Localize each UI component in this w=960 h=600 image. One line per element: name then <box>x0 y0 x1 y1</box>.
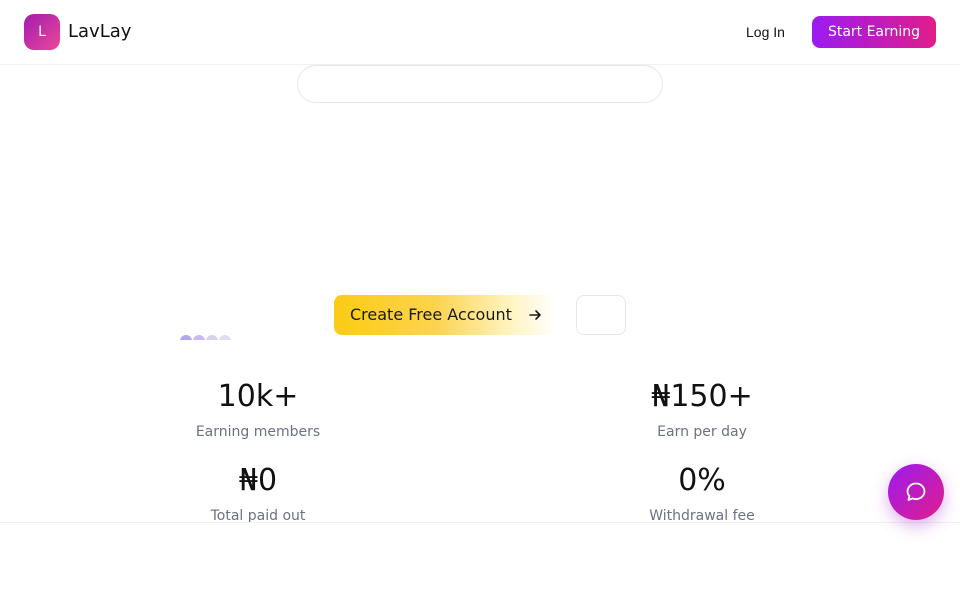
landing-page: L LavLay Log In Start Earning Create Fre… <box>0 0 960 600</box>
stat-value: 10k+ <box>217 379 299 414</box>
logo-mark[interactable]: L <box>24 14 60 50</box>
stat-total-paid: ₦0 Total paid out <box>138 463 378 525</box>
stat-earn-per-day: ₦150+ Earn per day <box>582 379 822 441</box>
login-button[interactable]: Log In <box>732 16 799 48</box>
stat-value: ₦150+ <box>651 379 753 414</box>
stat-value: ₦0 <box>238 463 278 498</box>
avatar-stack <box>179 334 239 340</box>
top-header: L LavLay Log In Start Earning <box>0 0 960 65</box>
search-pill[interactable] <box>297 65 663 103</box>
chat-bubble-icon <box>906 482 926 501</box>
stat-label: Earning members <box>195 424 321 440</box>
avatar <box>192 334 206 340</box>
start-earning-button[interactable]: Start Earning <box>812 16 936 48</box>
stat-members: 10k+ Earning members <box>138 379 378 441</box>
stat-value: 0% <box>678 463 726 498</box>
chat-button[interactable] <box>888 464 944 520</box>
create-account-button[interactable]: Create Free Account <box>334 295 556 335</box>
secondary-button[interactable] <box>576 295 626 335</box>
section-divider <box>0 522 960 523</box>
stat-withdrawal-fee: 0% Withdrawal fee <box>582 463 822 525</box>
avatar <box>205 334 219 340</box>
create-account-label: Create Free Account <box>350 305 512 324</box>
arrow-right-icon <box>529 310 541 320</box>
stat-label: Earn per day <box>657 424 747 440</box>
avatar <box>218 334 232 340</box>
brand-name[interactable]: LavLay <box>68 20 131 44</box>
avatar <box>179 334 193 340</box>
